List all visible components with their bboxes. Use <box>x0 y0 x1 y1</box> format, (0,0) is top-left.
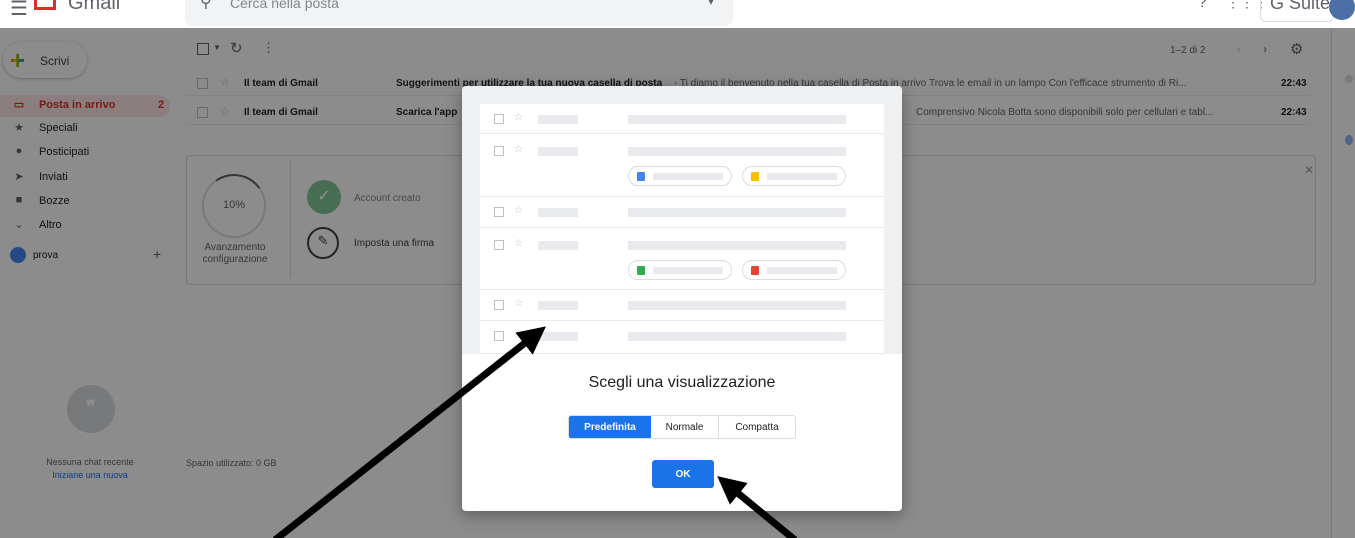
annotation-arrows <box>272 326 798 538</box>
arrow-to-ok-button <box>717 476 798 538</box>
arrow-to-preview <box>272 326 546 538</box>
